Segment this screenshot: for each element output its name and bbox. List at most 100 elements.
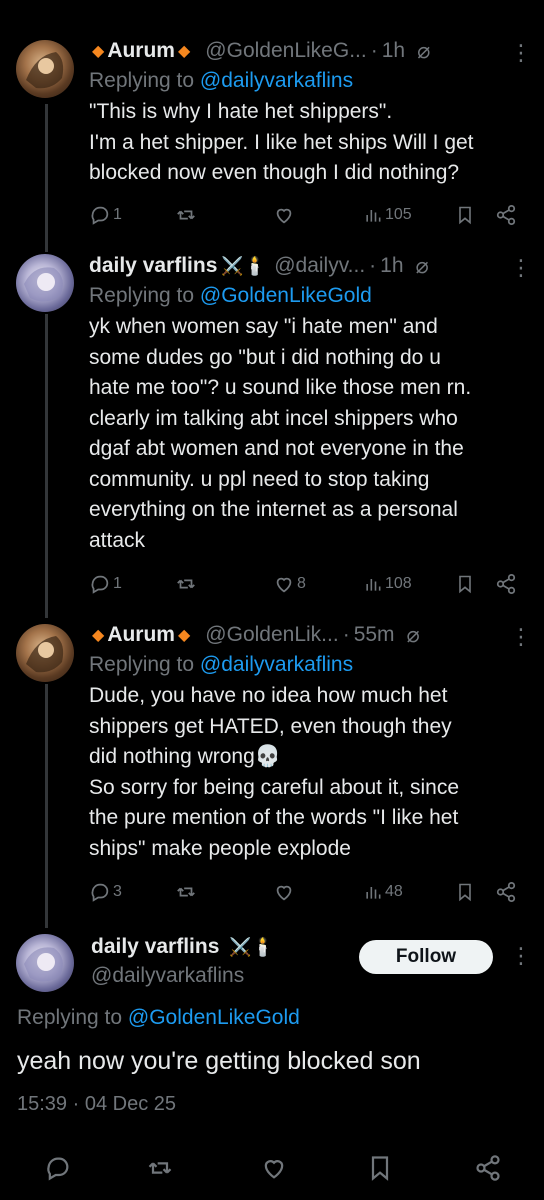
- repost-icon: [177, 887, 195, 897]
- timestamp[interactable]: 55m: [354, 623, 395, 647]
- repost-button[interactable]: [175, 573, 197, 595]
- follow-button[interactable]: Follow: [359, 940, 493, 974]
- replying-prefix: Replying to: [89, 653, 200, 676]
- repost-button[interactable]: [175, 204, 197, 226]
- text-line: clearly im talking abt incel shippers wh…: [89, 406, 458, 430]
- bookmark-button[interactable]: [366, 1154, 394, 1182]
- tweet-text: "This is why I hate het shippers". I'm a…: [89, 97, 532, 189]
- reply-button[interactable]: [44, 1154, 72, 1182]
- avatar[interactable]: [16, 254, 74, 312]
- reply-button[interactable]: 1: [89, 204, 122, 226]
- thread-line: [45, 104, 48, 252]
- emoji-badge: ⚔️🕯️: [229, 937, 275, 957]
- mention-link[interactable]: @GoldenLikeGold: [200, 284, 372, 307]
- separator-dot: ·: [369, 254, 377, 277]
- display-name[interactable]: Aurum: [107, 39, 175, 63]
- handle[interactable]: @dailyv...: [274, 254, 365, 278]
- text-line: ships" make people explode: [89, 836, 351, 860]
- timestamp[interactable]: 15:39 · 04 Dec 25: [17, 1093, 176, 1116]
- share-icon: [496, 881, 516, 903]
- repost-icon: [177, 210, 195, 220]
- bookmark-button[interactable]: [455, 573, 475, 595]
- text-line: attack: [89, 528, 146, 552]
- views-button[interactable]: 108: [363, 574, 412, 594]
- bookmark-button[interactable]: [455, 204, 475, 226]
- share-button[interactable]: [495, 204, 517, 226]
- views-icon: [366, 579, 381, 591]
- reply-count: 1: [113, 206, 122, 223]
- thread-line: [45, 684, 48, 928]
- like-icon: [264, 1160, 284, 1179]
- more-icon[interactable]: ⋮: [510, 945, 532, 967]
- text-line: Dude, you have no idea how much het: [89, 684, 448, 707]
- replying-to: Replying to @GoldenLikeGold: [89, 281, 532, 311]
- like-button[interactable]: [260, 1154, 288, 1182]
- views-count: 105: [385, 206, 412, 223]
- more-icon[interactable]: ⋮: [510, 257, 532, 279]
- avatar[interactable]: [16, 40, 74, 98]
- share-button[interactable]: [495, 881, 517, 903]
- like-button[interactable]: [273, 881, 295, 903]
- diamond-icon: ◆: [177, 43, 191, 60]
- separator-dot: ·: [370, 39, 378, 62]
- text-line: I'm a het shipper. I like het ships Will…: [89, 130, 474, 154]
- like-button[interactable]: [273, 204, 295, 226]
- replying-to: Replying to @dailyvarkaflins: [89, 66, 532, 96]
- avatar[interactable]: [16, 624, 74, 682]
- grok-icon[interactable]: ⌀: [407, 622, 420, 648]
- display-name[interactable]: Aurum: [107, 623, 175, 647]
- tweet-text: yk when women say "i hate men" and some …: [89, 312, 532, 556]
- display-name-text: daily varflins: [91, 935, 220, 958]
- mention-link[interactable]: @dailyvarkaflins: [200, 653, 353, 676]
- reply-button[interactable]: 3: [89, 881, 122, 903]
- text-line: the pure mention of the words "I like he…: [89, 806, 459, 829]
- share-icon: [476, 1155, 500, 1181]
- views-count: 48: [385, 883, 403, 900]
- diamond-icon: ◆: [177, 627, 191, 644]
- replying-prefix: Replying to: [89, 284, 200, 307]
- text-line: community. u ppl need to stop taking: [89, 467, 430, 491]
- like-button[interactable]: 8: [273, 573, 306, 595]
- views-button[interactable]: 105: [363, 205, 412, 225]
- reply-count: 3: [113, 883, 122, 900]
- text-line: everything on the internet as a personal: [89, 498, 458, 521]
- emoji-badge: ⚔️🕯️: [221, 255, 267, 276]
- handle[interactable]: @GoldenLikeG...: [205, 39, 366, 63]
- like-count: 8: [297, 575, 306, 592]
- like-icon: [276, 208, 292, 224]
- thread-line: [45, 314, 48, 618]
- text-line: blocked now even though I did nothing?: [89, 161, 460, 184]
- share-button[interactable]: [474, 1154, 502, 1182]
- reply-icon: [47, 1157, 69, 1181]
- diamond-icon: ◆: [92, 43, 105, 60]
- handle[interactable]: @dailyvarkaflins: [91, 964, 244, 988]
- mention-link[interactable]: @dailyvarkaflins: [200, 69, 353, 92]
- reply-icon: [91, 883, 109, 902]
- handle[interactable]: @GoldenLik...: [205, 623, 338, 647]
- diamond-icon: ◆: [92, 627, 105, 644]
- text-line: some dudes go "but i did nothing do u: [89, 345, 441, 369]
- repost-button[interactable]: [146, 1154, 174, 1182]
- grok-icon[interactable]: ⌀: [416, 253, 429, 279]
- avatar[interactable]: [16, 934, 74, 992]
- repost-button[interactable]: [175, 881, 197, 903]
- tweet-text: yeah now you're getting blocked son: [17, 1047, 421, 1075]
- timestamp[interactable]: 1h: [380, 254, 403, 278]
- timestamp[interactable]: 1h: [382, 39, 405, 63]
- tweet-text: Dude, you have no idea how much het ship…: [89, 681, 532, 864]
- views-button[interactable]: 48: [363, 882, 403, 902]
- grok-icon[interactable]: ⌀: [417, 38, 430, 64]
- text-line: dgaf abt women and not everyone in the: [89, 437, 464, 460]
- more-icon[interactable]: ⋮: [510, 42, 532, 64]
- mention-link[interactable]: @GoldenLikeGold: [128, 1006, 300, 1029]
- reply-icon: [91, 575, 109, 594]
- separator-dot: ·: [342, 623, 350, 646]
- display-name[interactable]: daily varflins ⚔️🕯️: [91, 935, 274, 959]
- views-icon: [366, 887, 381, 899]
- share-button[interactable]: [495, 573, 517, 595]
- bookmark-button[interactable]: [455, 881, 475, 903]
- display-name[interactable]: daily varflins: [89, 254, 217, 278]
- action-bar: 3 48: [89, 878, 529, 906]
- more-icon[interactable]: ⋮: [510, 626, 532, 648]
- reply-button[interactable]: 1: [89, 573, 122, 595]
